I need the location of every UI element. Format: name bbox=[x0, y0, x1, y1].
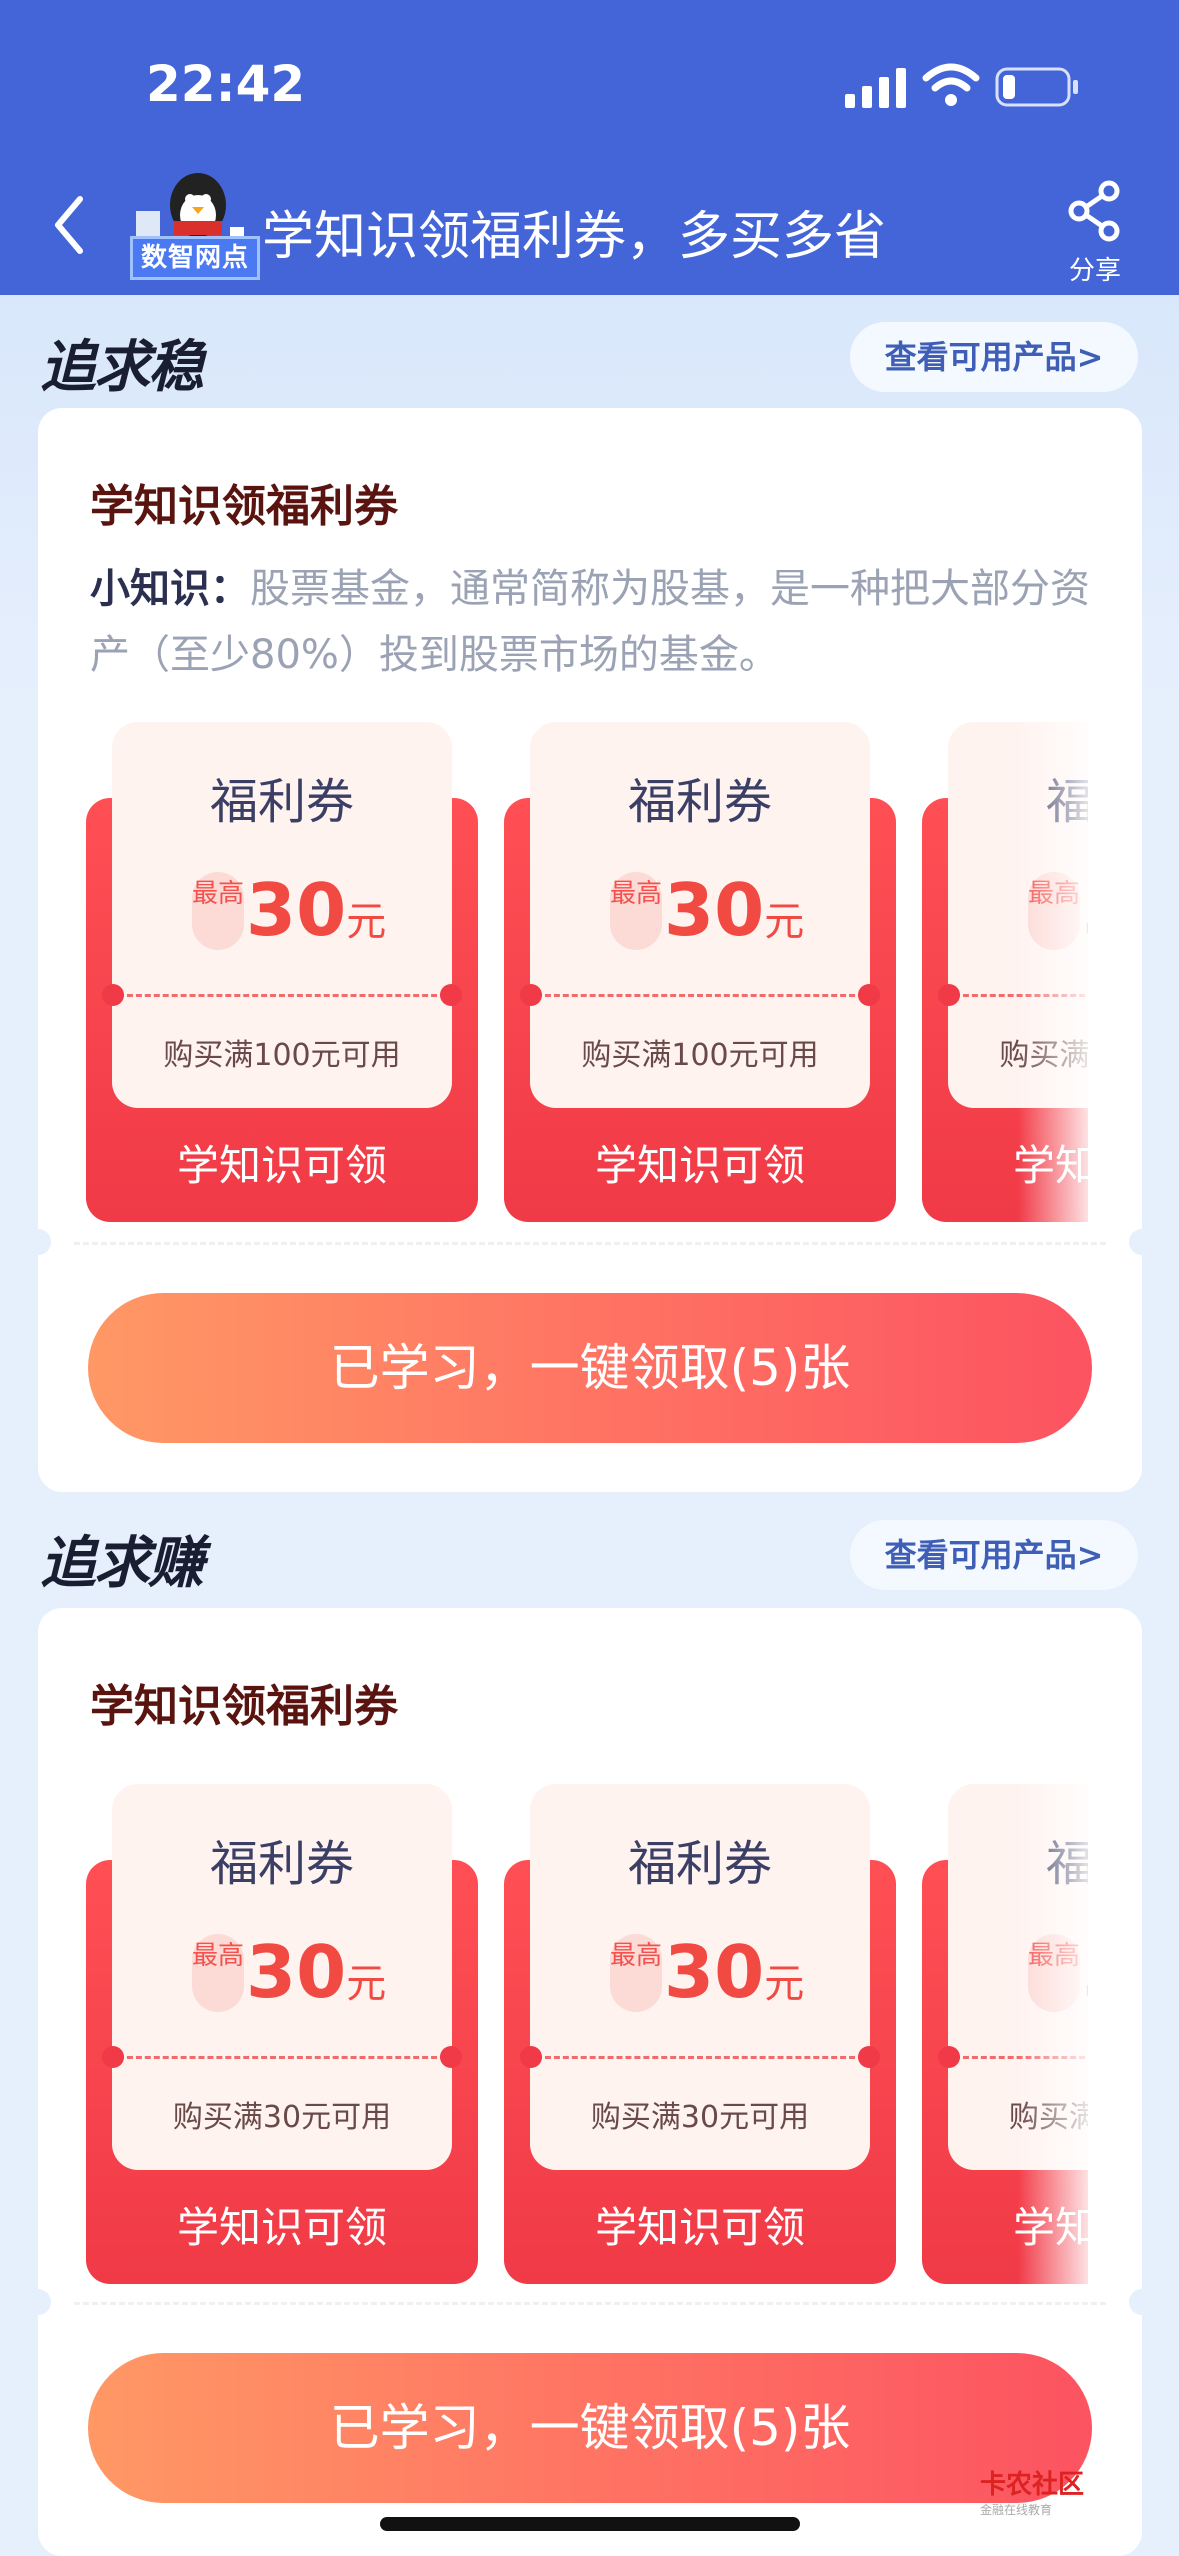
share-icon bbox=[1068, 180, 1120, 242]
coupon-max-badge: 最高 bbox=[192, 872, 244, 950]
coupon-condition: 购买满30元可用 bbox=[590, 2100, 810, 2135]
knowledge-tip: 小知识：股票基金，通常简称为股基，是一种把大部分资产（至少80%）投到股票市场的… bbox=[90, 556, 1090, 688]
coupon-max-badge: 最高 bbox=[610, 872, 662, 950]
coupon-title: 福利券 bbox=[627, 1836, 772, 1892]
card-title: 学知识领福利券 bbox=[90, 481, 398, 532]
signal-icon bbox=[845, 68, 906, 108]
coupon-item[interactable]: 福利券 最高 30元 购买满30元可用 学知识可领 bbox=[504, 1784, 896, 2284]
coupon-max-badge: 最高 bbox=[610, 1934, 662, 2012]
coupon-max-badge: 最高 bbox=[1028, 1934, 1080, 2012]
coupon-title: 福利券 bbox=[209, 1836, 354, 1892]
coupon-item[interactable]: 福利券 最高 30元 购买满100元可用 学知识可领 bbox=[504, 722, 896, 1222]
watermark-sub: 金融在线教育 bbox=[980, 2503, 1053, 2517]
coupon-claim-label: 学知识可领 bbox=[594, 1141, 805, 1190]
page-title: 学知识领福利券，多买多省 bbox=[262, 207, 887, 267]
coupon-amount: 30元 bbox=[1082, 1930, 1088, 2014]
claim-all-button[interactable]: 已学习，一键领取(5)张 bbox=[88, 2353, 1092, 2503]
coupon-title: 福利券 bbox=[1045, 1836, 1088, 1892]
app-header: 22:42 数智网点 学知识领福利券，多买多省 分享 bbox=[0, 0, 1179, 295]
claim-all-button[interactable]: 已学习，一键领取(5)张 bbox=[88, 1293, 1092, 1443]
coupon-amount-unit: 元 bbox=[764, 1961, 805, 2007]
coupon-condition: 购买满30元可用 bbox=[1008, 2100, 1088, 2135]
section-logo-stable: 追求稳 bbox=[40, 335, 204, 400]
coupon-claim-label: 学知识可领 bbox=[176, 2203, 387, 2252]
coupon-item[interactable]: 福利券 最高 30元 购买满30元可用 学知识可领 bbox=[86, 1784, 478, 2284]
coupon-item[interactable]: 福利券 最高 30元 购买满100元可用 学知识可领 bbox=[86, 722, 478, 1222]
coupon-amount-unit: 元 bbox=[764, 899, 805, 945]
coupon-claim-label: 学知识可领 bbox=[1012, 2203, 1088, 2252]
coupon-amount: 30元 bbox=[246, 868, 386, 952]
watermark: 卡农社区 金融在线教育 bbox=[980, 2464, 1084, 2518]
coupon-amount-value: 30 bbox=[664, 1930, 765, 2014]
tip-label: 小知识： bbox=[90, 566, 250, 612]
coupon-amount-value: 30 bbox=[1082, 868, 1088, 952]
coupon-claim-label: 学知识可领 bbox=[176, 1141, 387, 1190]
wifi-icon bbox=[922, 63, 980, 106]
coupon-amount-value: 30 bbox=[664, 868, 765, 952]
coupon-item[interactable]: 福利券 最高 30元 购买满100元可用 学知识可领 bbox=[922, 722, 1088, 1222]
share-label: 分享 bbox=[1068, 256, 1121, 286]
coupon-max-badge: 最高 bbox=[1028, 872, 1080, 950]
coupon-max-badge: 最高 bbox=[192, 1934, 244, 2012]
coupon-amount-unit: 元 bbox=[346, 899, 387, 945]
coupon-amount: 30元 bbox=[1082, 868, 1088, 952]
watermark-name: 卡农社区 bbox=[980, 2470, 1085, 2500]
coupon-list[interactable]: 福利券 最高 30元 购买满100元可用 学知识可领 福利券 最高 30元 购买… bbox=[86, 722, 1088, 1222]
back-icon[interactable] bbox=[50, 193, 90, 257]
coupon-amount: 30元 bbox=[664, 868, 804, 952]
brand-logo: 数智网点 bbox=[130, 165, 265, 280]
coupon-amount-value: 30 bbox=[246, 868, 347, 952]
coupon-amount: 30元 bbox=[664, 1930, 804, 2014]
coupon-amount-value: 30 bbox=[246, 1930, 347, 2014]
penguin-mascot-icon bbox=[136, 173, 244, 239]
divider bbox=[74, 2302, 1106, 2305]
coupon-card: 学知识领福利券 小知识：股票基金，通常简称为股基，是一种把大部分资产（至少80%… bbox=[38, 408, 1142, 1492]
home-indicator[interactable] bbox=[380, 2517, 800, 2531]
coupon-amount-value: 30 bbox=[1082, 1930, 1088, 2014]
coupon-title: 福利券 bbox=[627, 774, 772, 830]
view-products-button[interactable]: 查看可用产品> bbox=[850, 322, 1138, 392]
battery-icon bbox=[995, 67, 1078, 107]
coupon-item[interactable]: 福利券 最高 30元 购买满30元可用 学知识可领 bbox=[922, 1784, 1088, 2284]
coupon-condition: 购买满30元可用 bbox=[172, 2100, 392, 2135]
logo-badge: 数智网点 bbox=[130, 236, 260, 280]
coupon-condition: 购买满100元可用 bbox=[999, 1038, 1088, 1073]
share-button[interactable]: 分享 bbox=[1060, 180, 1130, 286]
coupon-title: 福利券 bbox=[1045, 774, 1088, 830]
coupon-claim-label: 学知识可领 bbox=[594, 2203, 805, 2252]
section-logo-earn: 追求赚 bbox=[40, 1531, 204, 1596]
coupon-claim-label: 学知识可领 bbox=[1012, 1141, 1088, 1190]
status-time: 22:42 bbox=[146, 55, 306, 113]
divider bbox=[74, 1242, 1106, 1245]
coupon-condition: 购买满100元可用 bbox=[163, 1038, 401, 1073]
coupon-condition: 购买满100元可用 bbox=[581, 1038, 819, 1073]
coupon-title: 福利券 bbox=[209, 774, 354, 830]
coupon-list[interactable]: 福利券 最高 30元 购买满30元可用 学知识可领 福利券 最高 30元 购买满… bbox=[86, 1784, 1088, 2284]
view-products-button[interactable]: 查看可用产品> bbox=[850, 1520, 1138, 1590]
coupon-amount-unit: 元 bbox=[346, 1961, 387, 2007]
card-title: 学知识领福利券 bbox=[90, 1681, 398, 1732]
coupon-card: 学知识领福利券 福利券 最高 30元 购买满30元可用 学知识可领 福利券 最高… bbox=[38, 1608, 1142, 2556]
coupon-amount: 30元 bbox=[246, 1930, 386, 2014]
